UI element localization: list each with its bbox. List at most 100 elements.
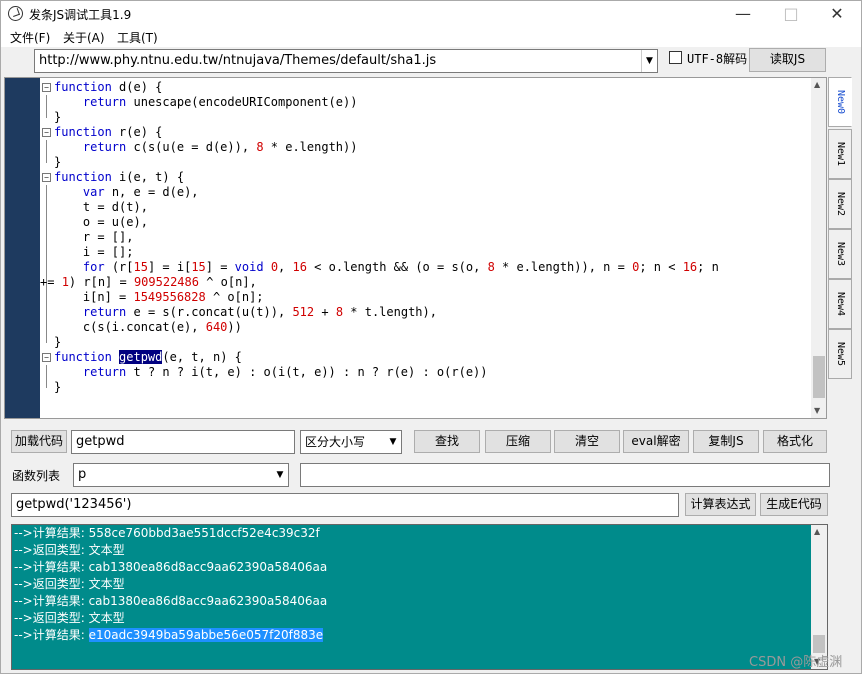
code-text: r = [],: [54, 230, 134, 245]
load-code-button[interactable]: 加载代码: [11, 430, 67, 453]
code-token: 0: [270, 260, 279, 274]
code-line[interactable]: 133: [40, 395, 811, 410]
close-button[interactable]: ✕: [815, 1, 859, 27]
url-dropdown-icon[interactable]: ▼: [641, 50, 657, 72]
output-line: -->返回类型: 文本型: [14, 610, 125, 627]
code-line[interactable]: 115}: [40, 110, 811, 125]
code-line[interactable]: 124 i = [];: [40, 245, 811, 260]
title-bar: 发条JS调试工具1.9 — □ ✕: [1, 1, 861, 27]
case-select[interactable]: 区分大小写 ▼: [300, 430, 402, 454]
app-icon: [8, 6, 23, 21]
read-js-button[interactable]: 读取JS: [749, 48, 826, 72]
expression-input[interactable]: getpwd('123456'): [11, 493, 679, 517]
tab-new1[interactable]: New1: [828, 129, 852, 179]
code-line[interactable]: 132}: [40, 380, 811, 395]
code-line[interactable]: 113−function d(e) {: [40, 80, 811, 95]
code-line[interactable]: 116−function r(e) {: [40, 125, 811, 140]
fold-guide: [46, 200, 47, 215]
code-line[interactable]: 130−function getpwd(e, t, n) {: [40, 350, 811, 365]
scroll-up-icon[interactable]: ▲: [814, 80, 820, 89]
tab-new4[interactable]: New4: [828, 279, 852, 329]
clear-button[interactable]: 清空: [554, 430, 620, 453]
tab-new3[interactable]: New3: [828, 229, 852, 279]
scroll-up-icon[interactable]: ▲: [814, 527, 820, 536]
tab-new0[interactable]: New0: [828, 77, 852, 127]
code-token: 512: [292, 305, 315, 319]
output-line: -->计算结果: e10adc3949ba59abbe56e057f20f883…: [14, 627, 324, 644]
code-editor[interactable]: 113−function d(e) {114 return unescape(e…: [4, 77, 827, 419]
code-line[interactable]: 131 return t ? n ? i(t, e) : o(i(t, e)) …: [40, 365, 811, 380]
line-number-gutter: [5, 78, 40, 418]
code-token: }: [54, 335, 62, 349]
code-token: }: [54, 155, 62, 169]
fold-guide: [46, 230, 47, 245]
output-scrollbar[interactable]: ▲ ▼: [811, 525, 827, 669]
code-text: i = [];: [54, 245, 134, 260]
minimize-button[interactable]: —: [721, 1, 765, 27]
editor-scrollbar[interactable]: ▲ ▼: [811, 78, 826, 418]
chevron-down-icon[interactable]: ▼: [272, 464, 288, 486]
code-line[interactable]: 126 i[n] = 1549556828 ^ o[n];: [40, 290, 811, 305]
code-token: * e.length)): [263, 140, 358, 154]
code-token: 1: [61, 275, 69, 289]
func-list-select[interactable]: p ▼: [73, 463, 289, 487]
code-line[interactable]: 119−function i(e, t) {: [40, 170, 811, 185]
find-button[interactable]: 查找: [414, 430, 480, 453]
menu-file[interactable]: 文件(F): [10, 29, 50, 46]
output-line: -->返回类型: 文本型: [14, 542, 125, 559]
code-line[interactable]: 125 for (r[15] = i[15] = void 0, 16 < o.…: [40, 260, 811, 275]
code-line[interactable]: 123 r = [],: [40, 230, 811, 245]
code-token: ; n: [697, 260, 719, 274]
scroll-down-icon[interactable]: ▼: [814, 406, 820, 415]
fold-toggle-icon[interactable]: −: [42, 353, 51, 362]
tab-new2[interactable]: New2: [828, 179, 852, 229]
output-line: -->计算结果: 558ce760bbd3ae551dccf52e4c39c32…: [14, 525, 320, 542]
code-line[interactable]: 121 t = d(t),: [40, 200, 811, 215]
code-text: }: [54, 335, 61, 350]
code-token: ] =: [205, 260, 235, 274]
code-line[interactable]: 114 return unescape(encodeURIComponent(e…: [40, 95, 811, 110]
format-button[interactable]: 格式化: [763, 430, 827, 453]
code-line[interactable]: 120 var n, e = d(e),: [40, 185, 811, 200]
search-input[interactable]: getpwd: [71, 430, 295, 454]
fold-toggle-icon[interactable]: −: [42, 128, 51, 137]
code-text: var n, e = d(e),: [54, 185, 199, 200]
compress-button[interactable]: 压缩: [485, 430, 551, 453]
copy-js-button[interactable]: 复制JS: [693, 430, 759, 453]
code-token: return: [82, 365, 127, 379]
func-list-extra[interactable]: [300, 463, 830, 487]
code-line[interactable]: 129}: [40, 335, 811, 350]
menu-about[interactable]: 关于(A): [63, 29, 105, 46]
code-token: 15: [133, 260, 148, 274]
code-line[interactable]: 117 return c(s(u(e = d(e)), 8 * e.length…: [40, 140, 811, 155]
code-line[interactable]: 127 return e = s(r.concat(u(t)), 512 + 8…: [40, 305, 811, 320]
code-area[interactable]: 113−function d(e) {114 return unescape(e…: [40, 78, 811, 418]
code-line[interactable]: += 1) r[n] = 909522486 ^ o[n],: [40, 275, 811, 290]
calc-expression-button[interactable]: 计算表达式: [685, 493, 756, 516]
fold-guide: [46, 95, 47, 110]
output-value: 文本型: [88, 577, 125, 591]
chevron-down-icon[interactable]: ▼: [385, 431, 401, 453]
fold-guide: [46, 215, 47, 230]
tab-new5[interactable]: New5: [828, 329, 852, 379]
gen-e-code-button[interactable]: 生成E代码: [760, 493, 828, 516]
code-line[interactable]: 122 o = u(e),: [40, 215, 811, 230]
fold-toggle-icon[interactable]: −: [42, 83, 51, 92]
scroll-thumb[interactable]: [813, 356, 825, 398]
code-token: 909522486: [133, 275, 199, 289]
code-line[interactable]: 118}: [40, 155, 811, 170]
maximize-button[interactable]: □: [769, 1, 813, 27]
code-token: c(s(i.concat(e),: [54, 320, 206, 334]
code-token: i(e, t) {: [111, 170, 185, 184]
url-input[interactable]: http://www.phy.ntnu.edu.tw/ntnujava/Them…: [34, 49, 658, 73]
output-panel[interactable]: ▲ ▼ -->计算结果: 558ce760bbd3ae551dccf52e4c3…: [11, 524, 828, 670]
code-text: c(s(i.concat(e), 640)): [54, 320, 242, 335]
code-token: n, e = d(e),: [104, 185, 199, 199]
eval-decode-button[interactable]: eval解密: [623, 430, 689, 453]
utf8-checkbox[interactable]: [669, 51, 682, 64]
fold-toggle-icon[interactable]: −: [42, 173, 51, 182]
menu-tools[interactable]: 工具(T): [117, 29, 158, 46]
fold-guide: [46, 260, 47, 275]
code-line[interactable]: 128 c(s(i.concat(e), 640)): [40, 320, 811, 335]
